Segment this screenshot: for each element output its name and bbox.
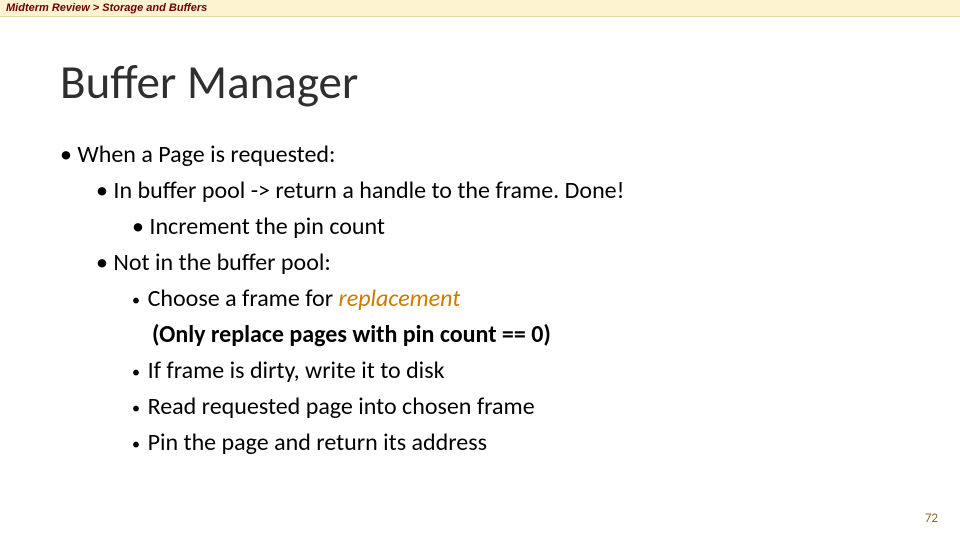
breadcrumb-parent: Midterm Review [6, 2, 90, 14]
bullet-in-pool: In buffer pool -> return a handle to the… [60, 173, 900, 209]
bullet-frame-dirty: If frame is dirty, write it to disk [60, 353, 900, 389]
breadcrumb: Midterm Review > Storage and Buffers [0, 0, 960, 17]
bullet-not-in-pool: Not in the buffer pool: [60, 245, 900, 281]
bullet-choose-frame-text: Choose a frame for [148, 284, 339, 313]
bullet-increment-pin: Increment the pin count [60, 209, 900, 245]
bullet-choose-frame: Choose a frame for replacement [60, 281, 900, 317]
bullet-read-page: Read requested page into chosen frame [60, 389, 900, 425]
page-number: 72 [925, 511, 938, 526]
replacement-emphasis: replacement [339, 284, 461, 313]
breadcrumb-sep: > [90, 2, 103, 14]
slide-body: Buffer Manager When a Page is requested:… [0, 17, 960, 461]
page-title: Buffer Manager [60, 53, 900, 111]
bullet-when-requested: When a Page is requested: [60, 137, 900, 173]
bullet-pin-return: Pin the page and return its address [60, 425, 900, 461]
breadcrumb-child: Storage and Buffers [102, 2, 207, 14]
bullet-only-replace: (Only replace pages with pin count == 0) [60, 317, 900, 353]
bullet-list: When a Page is requested: In buffer pool… [60, 137, 900, 461]
